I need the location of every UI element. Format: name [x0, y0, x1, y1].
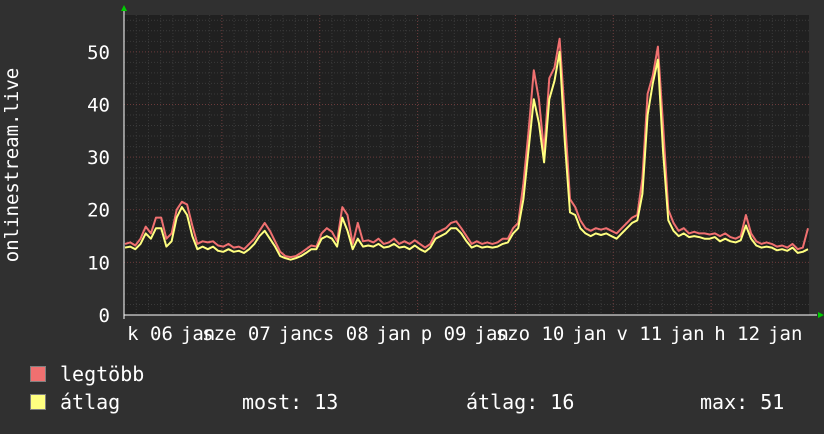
x-tick-label: jan: [572, 323, 606, 345]
y-tick-label: 40: [87, 94, 110, 116]
y-tick-label: 10: [87, 252, 110, 274]
stat-avg: átlag: 16: [466, 390, 575, 414]
legend-swatch-max: [30, 366, 46, 382]
legend-label-max: legtöbb: [60, 362, 145, 386]
legend-item-max: legtöbb: [30, 362, 144, 386]
x-axis-arrow: [818, 312, 824, 318]
x-tick-label: szo 10: [496, 323, 565, 345]
y-tick-label: 50: [87, 42, 110, 64]
x-tick-label: jan: [377, 323, 411, 345]
x-tick-label: jan: [279, 323, 313, 345]
x-tick-label: k 06: [127, 323, 173, 345]
legend-swatch-avg: [30, 394, 46, 410]
legend-label-avg: átlag: [60, 390, 121, 414]
stat-now: most: 13: [242, 390, 339, 414]
x-tick-label: sze 07: [202, 323, 271, 345]
legend-item-avg: átlag: [30, 390, 120, 414]
y-tick-label: 30: [87, 147, 110, 169]
stat-max: max: 51: [700, 390, 785, 414]
x-tick-label: cs 08: [311, 323, 368, 345]
x-tick-label: jan: [670, 323, 704, 345]
x-tick-label: jan: [768, 323, 802, 345]
y-tick-label: 0: [99, 305, 110, 327]
x-tick-label: v 11: [616, 323, 662, 345]
y-tick-label: 20: [87, 200, 110, 222]
x-tick-label: h 12: [714, 323, 760, 345]
x-tick-label: p 09: [421, 323, 467, 345]
y-axis-arrow: [121, 5, 127, 11]
y-axis-label: onlinestream.live: [1, 68, 23, 262]
